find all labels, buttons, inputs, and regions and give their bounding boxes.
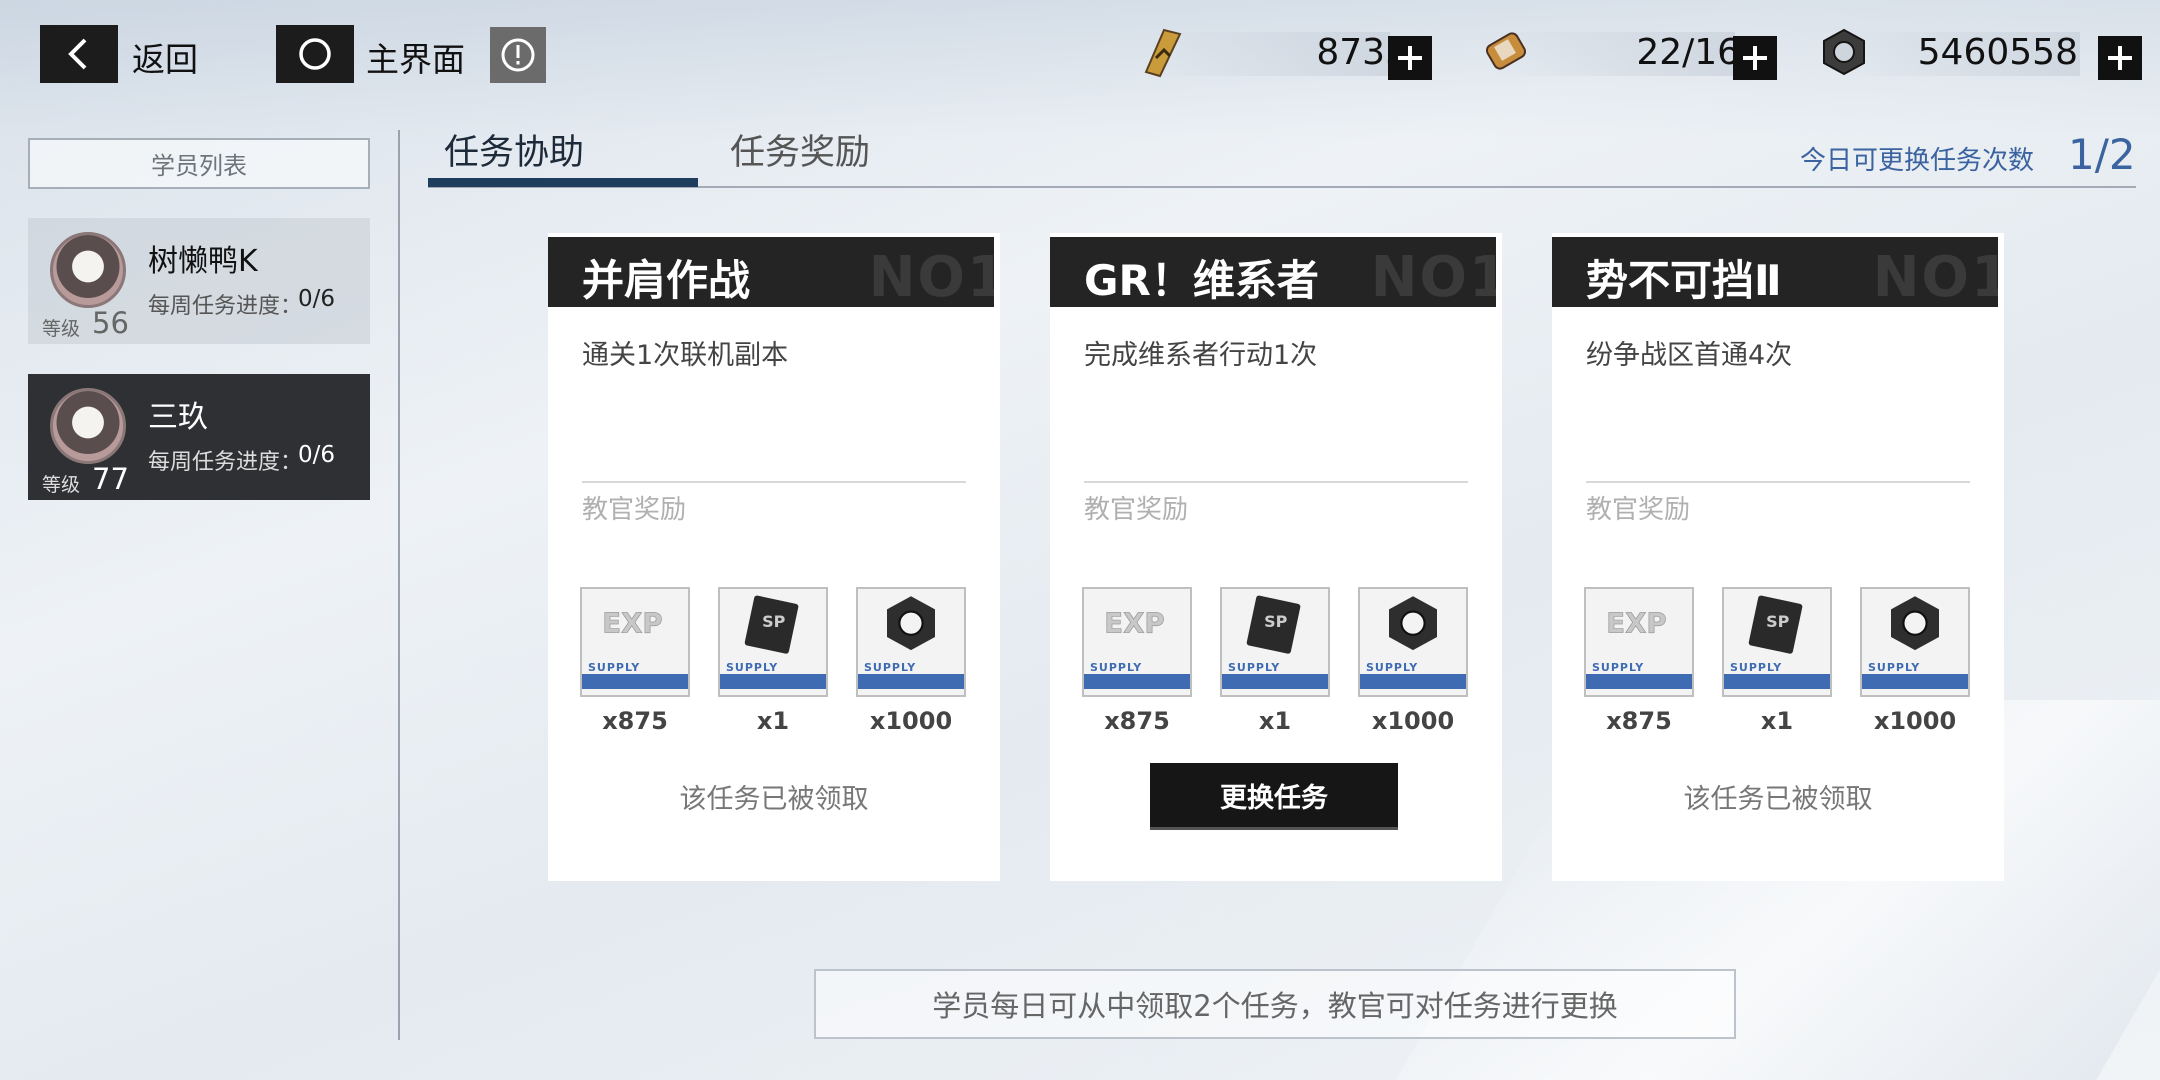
task-description: 通关1次联机副本 bbox=[582, 340, 789, 371]
exp-supply-icon[interactable]: EXP SUPPLY bbox=[580, 587, 690, 697]
weekly-progress-value: 0/6 bbox=[298, 286, 336, 312]
task-card: GR！维系者 NO1 完成维系者行动1次 教官奖励 EXP SUPPLY SP … bbox=[1050, 233, 1502, 881]
reward-quantity: x1000 bbox=[869, 707, 953, 735]
battery-add-button[interactable] bbox=[1733, 36, 1777, 80]
battery-icon bbox=[1475, 22, 1535, 82]
hex-nut-icon[interactable]: SUPPLY bbox=[1358, 587, 1468, 697]
svg-text:SP: SP bbox=[762, 612, 786, 631]
refresh-count-label: 今日可更换任务次数 bbox=[1800, 146, 2035, 176]
resource-stamina: 8733 bbox=[1120, 22, 1460, 82]
weekly-progress-label: 每周任务进度： bbox=[148, 294, 303, 319]
home-label[interactable]: 主界面 bbox=[366, 33, 465, 81]
plus-icon bbox=[2108, 46, 2132, 70]
reward-quantity: x875 bbox=[1104, 707, 1170, 735]
task-description: 纷争战区首通4次 bbox=[1586, 340, 1793, 371]
task-status: 该任务已被领取 bbox=[1683, 784, 1873, 815]
sp-card-icon[interactable]: SP SUPPLY bbox=[1722, 587, 1832, 697]
task-card-header: GR！维系者 NO1 bbox=[1050, 237, 1496, 307]
svg-text:EXP: EXP bbox=[1606, 607, 1666, 640]
student-name: 树懒鸭K bbox=[148, 244, 258, 279]
back-label[interactable]: 返回 bbox=[132, 33, 198, 81]
sp-card-icon[interactable]: SP SUPPLY bbox=[718, 587, 828, 697]
task-card-header: 并肩作战 NO1 bbox=[548, 237, 994, 307]
divider bbox=[1084, 481, 1468, 483]
change-task-button[interactable]: 更换任务 bbox=[1150, 763, 1398, 827]
task-number: NO1 bbox=[1872, 245, 1998, 307]
stamina-add-button[interactable] bbox=[1388, 36, 1432, 80]
hex-nut-icon[interactable]: SUPPLY bbox=[856, 587, 966, 697]
task-title: GR！维系者 bbox=[1084, 256, 1319, 305]
divider bbox=[582, 481, 966, 483]
top-bar: 返回 主界面 8733 22/160 5460558 bbox=[0, 0, 2160, 110]
hex-nut-icon[interactable]: SUPPLY bbox=[1860, 587, 1970, 697]
refresh-count-value: 1/2 bbox=[2068, 130, 2136, 179]
tab-task-assist[interactable]: 任务协助 bbox=[444, 124, 584, 175]
task-title: 并肩作战 bbox=[582, 256, 751, 305]
level-value: 56 bbox=[92, 306, 129, 340]
student-name: 三玖 bbox=[148, 400, 208, 435]
task-card: 势不可挡Ⅱ NO1 纷争战区首通4次 教官奖励 EXP SUPPLY SP SU… bbox=[1552, 233, 2004, 881]
level-label: 等级 bbox=[42, 318, 81, 340]
home-button[interactable] bbox=[276, 25, 354, 83]
divider bbox=[398, 130, 400, 1040]
active-tab-indicator bbox=[428, 178, 698, 187]
reward-quantity: x1 bbox=[756, 707, 790, 735]
student-list-title: 学员列表 bbox=[28, 138, 370, 189]
exclamation-icon bbox=[501, 38, 535, 72]
reward-quantity: x1000 bbox=[1873, 707, 1957, 735]
task-card: 并肩作战 NO1 通关1次联机副本 教官奖励 EXP SUPPLY SP SUP… bbox=[548, 233, 1000, 881]
chevron-left-icon bbox=[68, 38, 87, 70]
resource-nuts: 5460558 bbox=[1810, 22, 2150, 82]
level-label: 等级 bbox=[42, 474, 81, 496]
exp-supply-icon[interactable]: EXP SUPPLY bbox=[1584, 587, 1694, 697]
task-number: NO1 bbox=[1370, 245, 1496, 307]
divider bbox=[1586, 481, 1970, 483]
student-item[interactable]: 树懒鸭K 每周任务进度： 0/6 等级 56 bbox=[28, 218, 370, 344]
level-value: 77 bbox=[92, 462, 129, 496]
instructor-reward-label: 教官奖励 bbox=[1084, 495, 1189, 525]
reward-quantity: x1 bbox=[1258, 707, 1292, 735]
weekly-progress-value: 0/6 bbox=[298, 442, 336, 468]
reward-quantity: x1000 bbox=[1371, 707, 1455, 735]
avatar bbox=[50, 232, 126, 308]
task-title: 势不可挡Ⅱ bbox=[1586, 256, 1782, 305]
stamina-value: 8733 bbox=[1316, 32, 1408, 73]
resource-battery: 22/160 bbox=[1465, 22, 1805, 82]
instructor-reward-label: 教官奖励 bbox=[582, 495, 687, 525]
weekly-progress-label: 每周任务进度： bbox=[148, 450, 303, 475]
exp-supply-icon[interactable]: EXP SUPPLY bbox=[1082, 587, 1192, 697]
plus-icon bbox=[1743, 46, 1767, 70]
hex-nut-icon bbox=[1814, 22, 1874, 82]
task-card-header: 势不可挡Ⅱ NO1 bbox=[1552, 237, 1998, 307]
svg-text:SP: SP bbox=[1264, 612, 1288, 631]
task-number: NO1 bbox=[868, 245, 994, 307]
home-circle-icon bbox=[299, 38, 331, 70]
nuts-value: 5460558 bbox=[1917, 32, 2078, 73]
plus-icon bbox=[1398, 46, 1422, 70]
svg-text:EXP: EXP bbox=[602, 607, 662, 640]
reward-quantity: x875 bbox=[602, 707, 668, 735]
info-button[interactable] bbox=[490, 27, 546, 83]
back-button[interactable] bbox=[40, 25, 118, 83]
reward-quantity: x1 bbox=[1760, 707, 1794, 735]
svg-text:EXP: EXP bbox=[1104, 607, 1164, 640]
battery-value: 22/160 bbox=[1636, 32, 1763, 73]
ticket-icon bbox=[1130, 22, 1190, 82]
task-description: 完成维系者行动1次 bbox=[1084, 340, 1318, 371]
task-status: 该任务已被领取 bbox=[679, 784, 869, 815]
tab-task-reward[interactable]: 任务奖励 bbox=[730, 124, 870, 175]
nuts-add-button[interactable] bbox=[2098, 36, 2142, 80]
avatar bbox=[50, 388, 126, 464]
instructor-reward-label: 教官奖励 bbox=[1586, 495, 1691, 525]
reward-quantity: x875 bbox=[1606, 707, 1672, 735]
svg-text:SP: SP bbox=[1766, 612, 1790, 631]
student-item-selected[interactable]: 三玖 每周任务进度： 0/6 等级 77 bbox=[28, 374, 370, 500]
sp-card-icon[interactable]: SP SUPPLY bbox=[1220, 587, 1330, 697]
footer-note: 学员每日可从中领取2个任务，教官可对任务进行更换 bbox=[814, 969, 1736, 1039]
